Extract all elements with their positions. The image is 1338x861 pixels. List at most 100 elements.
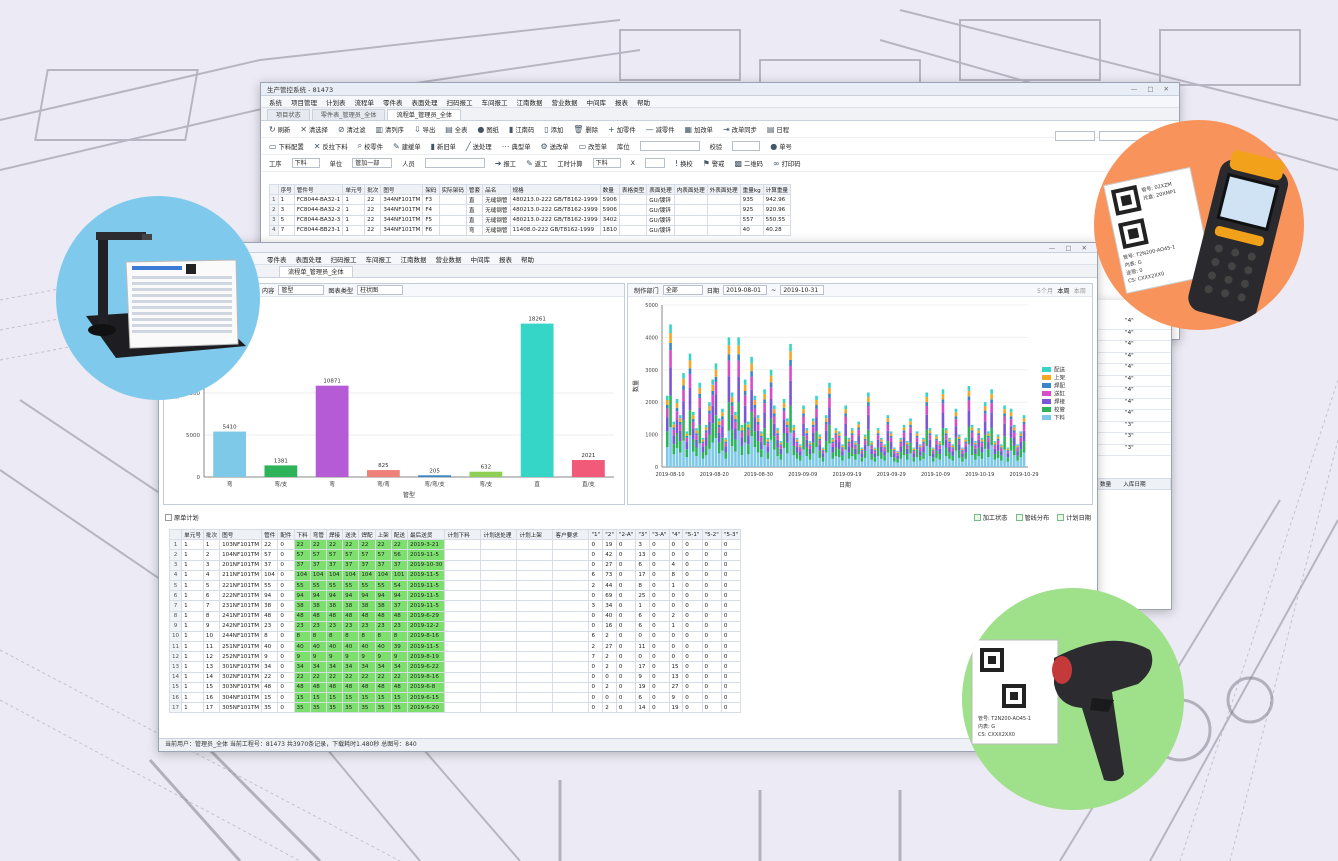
menu-item[interactable]: 帮助 [637, 97, 650, 107]
plan-header[interactable]: "4" [668, 529, 684, 541]
menu-item[interactable]: 表面处理 [412, 97, 438, 107]
toolbar-button[interactable]: 🗑 删除 [573, 125, 598, 134]
toolbar-button[interactable]: ✕ 清选择 [300, 125, 328, 134]
table-row[interactable]: 2 1 2 104NF101TM 57 0 57 57 57 57 57 57 56 2019-11-5 0… [169, 549, 742, 561]
rework-button[interactable]: ✎ 返工 [526, 159, 547, 168]
grid-header[interactable]: 管件号 [293, 183, 344, 196]
grid-header[interactable]: 序号 [277, 183, 295, 196]
grid-header[interactable]: 单元号 [342, 183, 366, 196]
menu-item[interactable]: 项目管理 [291, 97, 317, 107]
grid-header[interactable]: 架码 [422, 183, 440, 196]
plan-header[interactable]: 配件 [277, 529, 295, 541]
table-row[interactable]: 6 1 6 222NF101TM 94 0 94 94 94 94 94 94 94 2019-11-5 0… [169, 590, 742, 602]
plan-header[interactable]: "2" [602, 529, 617, 541]
plan-header[interactable]: "5-2" [701, 529, 722, 541]
plan-header[interactable]: 焊配 [358, 529, 376, 541]
toolbar-button[interactable]: ● 图纸 [477, 125, 499, 134]
toolbar-button[interactable]: ▭ 下料配置 [269, 142, 304, 151]
table-row[interactable]: 17 1 17 305NF101TM 35 0 35 35 35 35 35 35 35 2019-6-2… [169, 702, 742, 714]
toolbar-button[interactable]: ▮ 江南码 [509, 125, 534, 134]
table-row[interactable]: 2 3 FC8044-BA32-2 1 22 344NF101TM F4 直无缝钢管 48021… [269, 204, 792, 216]
plan-header[interactable] [169, 529, 183, 541]
table-row[interactable]: 16 1 16 304NF101TM 15 0 15 15 15 15 15 15 15 2019-6-1… [169, 691, 742, 704]
plan-header[interactable]: 上架 [374, 529, 392, 541]
table-row[interactable]: 9 1 9 242NF101TM 23 0 23 23 23 23 23 23 23 2019-12-2 0… [169, 620, 742, 632]
menu-item[interactable]: 中间库 [587, 97, 607, 107]
grid-header[interactable]: 内表面处理 [673, 183, 708, 196]
menu-item[interactable]: 江南数据 [517, 97, 543, 107]
menu-item[interactable]: 车间报工 [482, 97, 508, 107]
plan-header[interactable]: 管件 [261, 529, 279, 541]
alarm-button[interactable]: ⚑ 警戒 [703, 159, 725, 168]
menu-item[interactable]: 计划表 [326, 97, 346, 107]
date-from-input[interactable]: 2019-08-01 [723, 285, 768, 295]
table-row[interactable]: 10 1 10 244NF101TM 8 0 8 8 8 8 8 8 8 2019-8-16 6 2 0 0 0 0 0… [169, 630, 742, 643]
menu-item[interactable]: 扫码报工 [447, 97, 473, 107]
toolbar-button[interactable]: ▦ 加改单 [685, 125, 713, 134]
toolbar-button[interactable]: ⚙ 送改单 [541, 142, 569, 151]
plan-header[interactable]: 批次 [202, 529, 221, 541]
plan-header[interactable]: "5-3" [720, 529, 742, 541]
report-button[interactable]: ➜ 报工 [495, 159, 516, 168]
grid-header[interactable]: 批次 [364, 183, 382, 196]
plan-header[interactable]: 焊接 [325, 529, 344, 541]
plan-header[interactable]: "1" [588, 529, 604, 541]
table-row[interactable]: 8 1 8 241NF101TM 48 0 48 48 48 48 48 48 48 2019-6-29 0… [169, 610, 742, 622]
table-row[interactable]: 4 1 4 211NF101TM 104 0 104 104 104 104 104 104 101 20… [169, 569, 742, 581]
toolbar-button[interactable]: — 减零件 [646, 125, 675, 134]
menu-item[interactable]: 流程单 [355, 97, 375, 107]
grid-header[interactable]: 表面处理 [646, 183, 675, 196]
toolbar-button[interactable]: ▯ 添加 [544, 125, 563, 134]
stats-menu-item[interactable]: 扫码报工 [331, 254, 357, 264]
chart-type-select[interactable]: 柱状图 [357, 285, 404, 295]
toolbar-button[interactable]: ✕ 反拉下料 [314, 142, 348, 151]
plan-header[interactable]: 计划下料 [444, 529, 482, 541]
check-input[interactable] [732, 141, 761, 151]
plan-header[interactable]: 弯管 [309, 529, 327, 541]
plan-checkbox[interactable] [165, 513, 172, 521]
toolbar-button[interactable]: ▤ 日程 [767, 125, 789, 134]
table-row[interactable]: 11 1 11 251NF101TM 40 0 40 40 40 40 40 40 39 2019-11-… [169, 641, 742, 653]
table-row[interactable]: 1 1 FC8044-BA32-1 1 22 344NF101TM F3 直无缝钢管 48021… [269, 194, 792, 206]
table-row[interactable]: 1 1 1 103NF101TM 22 0 22 22 22 22 22 22 22 2019-3-21 0… [169, 539, 742, 551]
stats-menu-item[interactable]: 帮助 [521, 254, 534, 264]
view-week-2[interactable]: 本周 [1074, 286, 1086, 295]
window-controls[interactable]: — □ ✕ [1131, 85, 1173, 93]
plan-header[interactable]: 单元号 [181, 529, 204, 541]
date-to-input[interactable]: 2019-10-31 [780, 285, 825, 295]
plan-header[interactable]: 计划上架 [516, 529, 554, 541]
check-process-status[interactable]: 加工状态 [973, 513, 1008, 522]
table-row[interactable]: 3 5 FC8044-BA32-3 1 22 344NF101TM F5 直无缝钢管 48021… [269, 214, 792, 226]
stats-menu-item[interactable]: 车间报工 [366, 254, 392, 264]
swap-button[interactable]: ! 换校 [675, 159, 693, 168]
plan-header[interactable]: 配送 [390, 529, 408, 541]
toolbar-button[interactable]: ✎ 建缓单 [393, 142, 421, 151]
toolbar-button[interactable]: ▥ 清列序 [375, 125, 403, 134]
menu-item[interactable]: 零件表 [383, 97, 403, 107]
menu-item[interactable]: 报表 [615, 97, 628, 107]
stats-menu-item[interactable]: 营业数据 [436, 254, 462, 264]
grid-header[interactable]: 计算重量 [762, 183, 792, 196]
stats-menu-item[interactable]: 表面处理 [296, 254, 322, 264]
grid-header[interactable]: 数量 [599, 183, 620, 196]
content-select[interactable]: 管型 [278, 285, 325, 295]
table-row[interactable]: 14 1 14 302NF101TM 22 0 22 22 22 22 22 22 22 2019-8-1… [169, 671, 742, 683]
process-select[interactable]: 下料 [291, 158, 320, 168]
grid-header[interactable]: 管套 [465, 183, 484, 196]
toolbar-button[interactable]: + 加零件 [608, 125, 636, 134]
toolbar-button[interactable]: ⊘ 清过滤 [338, 125, 366, 134]
place-select[interactable] [639, 141, 700, 151]
grid-header[interactable]: 外表面处理 [706, 183, 741, 196]
toolbar-button[interactable]: ↻ 刷新 [269, 125, 290, 134]
toolbar-button[interactable]: ⋯ 典型单 [502, 142, 531, 151]
tab-flow[interactable]: 流程单_管理员_全体 [387, 109, 462, 120]
table-row[interactable]: 3 1 3 201NF101TM 37 0 37 37 37 37 37 37 37 2019-10-30… [169, 559, 742, 571]
table-row[interactable]: 13 1 13 301NF101TM 34 0 34 34 34 34 34 34 34 2019-6-2… [169, 661, 742, 673]
toolbar-button[interactable]: ╱ 送处理 [466, 142, 492, 151]
stats-menu-item[interactable]: 报表 [499, 254, 512, 264]
filter-select[interactable] [1055, 131, 1095, 141]
grid-header[interactable]: 表格类型 [618, 183, 648, 196]
x-input[interactable] [644, 158, 665, 168]
calc-select[interactable]: 下料 [592, 158, 621, 168]
grid-header[interactable] [269, 183, 279, 196]
